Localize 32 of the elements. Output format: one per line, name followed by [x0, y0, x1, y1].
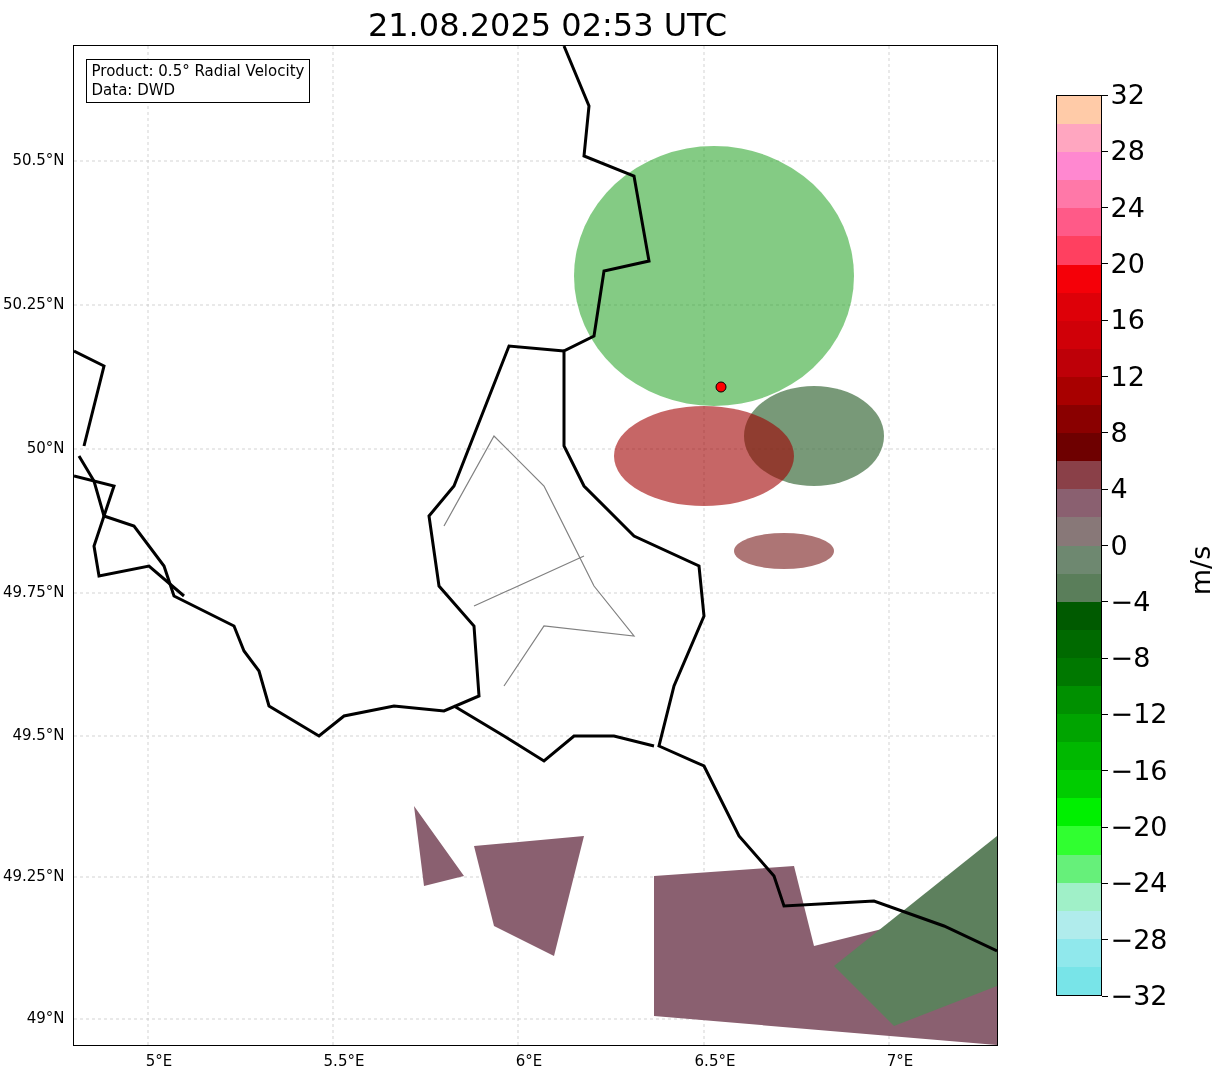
colorbar-tick-label: 16	[1110, 305, 1145, 336]
latitude-label: 50°N	[26, 439, 65, 457]
colorbar-tick-label: 32	[1110, 80, 1145, 110]
colorbar-tick-label: −16	[1110, 755, 1168, 786]
colorbar-tick-label: −28	[1110, 924, 1168, 955]
colorbar-tick-label: −8	[1110, 643, 1151, 674]
colorbar-tick-label: 12	[1110, 361, 1145, 392]
colorbar-tick-label: 20	[1110, 248, 1145, 279]
info-box: Product: 0.5° Radial Velocity Data: DWD	[85, 59, 311, 103]
colorbar-tick-label: 8	[1110, 417, 1128, 448]
longitude-label: 5°E	[145, 1052, 173, 1070]
latitude-label: 50.25°N	[2, 295, 65, 313]
latitude-label: 49.25°N	[2, 867, 65, 885]
longitude-label: 7°E	[886, 1052, 914, 1070]
longitude-label: 6.5°E	[694, 1052, 736, 1070]
colorbar-tick-label: 28	[1110, 136, 1145, 167]
longitude-label: 5.5°E	[323, 1052, 365, 1070]
colorbar-tick-label: −4	[1110, 586, 1151, 617]
colorbar-tick-label: 24	[1110, 192, 1145, 223]
colorbar-label: m/s	[1184, 545, 1216, 596]
latitude-label: 49.75°N	[2, 583, 65, 601]
latitude-label: 49°N	[26, 1009, 65, 1027]
longitude-label: 6°E	[515, 1052, 543, 1070]
colorbar-tick-label: −20	[1110, 812, 1168, 843]
colorbar-tick-label: −12	[1110, 699, 1168, 730]
latitude-label: 50.5°N	[12, 151, 65, 169]
chart-title: 21.08.2025 02:53 UTC	[366, 5, 728, 45]
colorbar-tick-label: −24	[1110, 868, 1168, 899]
colorbar-tick-label: 0	[1110, 530, 1128, 561]
latitude-label: 49.5°N	[12, 726, 65, 744]
colorbar-tick-label: 4	[1110, 474, 1128, 505]
colorbar-tick-label: −32	[1110, 981, 1168, 1011]
